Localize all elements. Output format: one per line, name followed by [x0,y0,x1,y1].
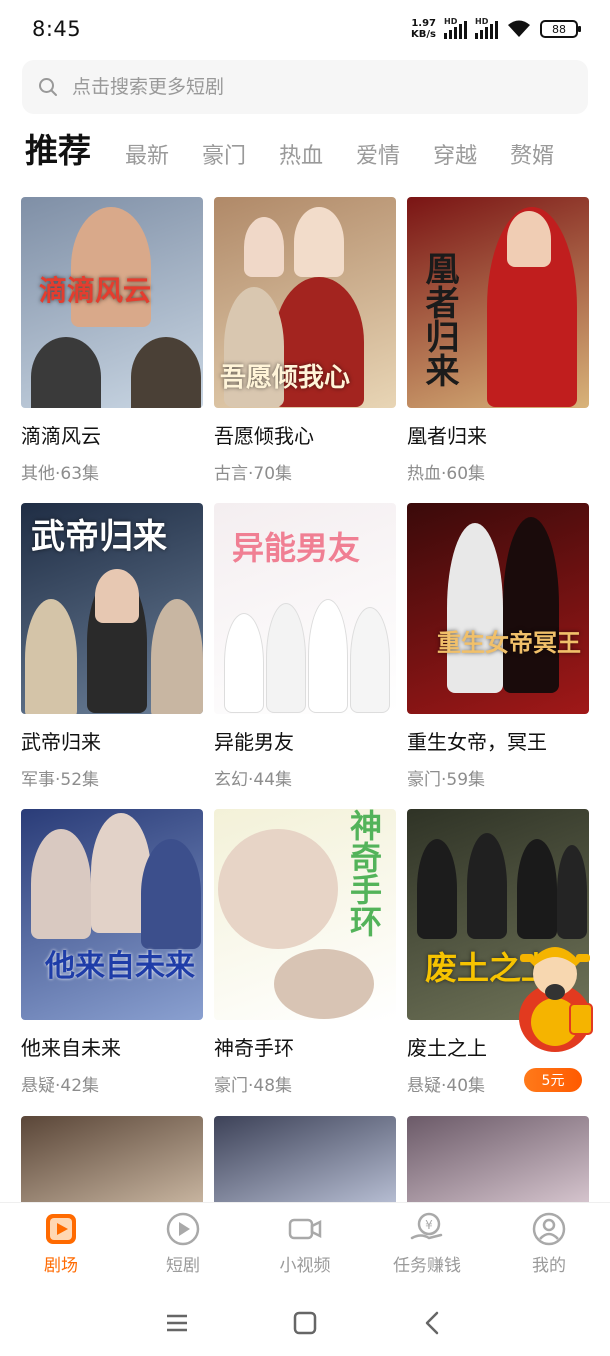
play-circle-icon [166,1212,200,1246]
network-speed: 1.97 KB/s [411,18,436,40]
drama-card[interactable]: 武帝归来 武帝归来 军事·52集 [21,503,203,793]
poster-title-text: 凰者归来 [419,251,459,387]
drama-meta: 豪门·48集 [214,1076,293,1096]
drama-poster[interactable]: 重生女帝冥王 [407,503,589,714]
drama-poster[interactable]: 异能男友 [214,503,396,714]
drama-grid: 滴滴风云 滴滴风云 其他·63集 吾愿倾我心 吾愿倾我心 古言·70集 凰者归来… [21,197,591,1099]
video-camera-icon [288,1218,322,1240]
drama-title: 吾愿倾我心 [214,424,314,448]
drama-card[interactable]: 异能男友 异能男友 玄幻·44集 [214,503,396,793]
poster-title-text: 神奇手环 [345,809,383,937]
reward-amount-badge: 5元 [524,1068,582,1092]
wifi-icon [508,20,530,37]
drama-title: 重生女帝，冥王 [407,730,547,754]
drama-card[interactable]: 神奇手环 神奇手环 豪门·48集 [214,809,396,1099]
drama-title: 凰者归来 [407,424,487,448]
system-navigation [0,1290,610,1356]
drama-meta: 热血·60集 [407,464,486,484]
drama-title: 神奇手环 [214,1036,294,1060]
nav-profile[interactable]: 我的 [494,1211,604,1276]
drama-meta: 其他·63集 [21,464,100,484]
tab-rich-family[interactable]: 豪门 [202,138,246,182]
nav-tasks-earn[interactable]: ¥ 任务赚钱 [372,1211,482,1276]
drama-card[interactable]: 重生女帝冥王 重生女帝，冥王 豪门·59集 [407,503,589,793]
drama-meta: 悬疑·42集 [21,1076,100,1096]
tab-son-in-law[interactable]: 赘婿 [510,138,554,182]
profile-icon [532,1212,566,1246]
drama-poster[interactable]: 凰者归来 [407,197,589,408]
hd-label-2: HD [475,17,489,26]
fortune-god-icon [519,947,593,1052]
back-icon[interactable] [419,1309,447,1337]
nav-short-drama[interactable]: 短剧 [128,1211,238,1276]
drama-meta: 玄幻·44集 [214,770,293,790]
nav-label: 短剧 [166,1256,200,1276]
battery-icon: 88 [540,20,581,38]
battery-level: 88 [552,22,566,36]
status-time: 8:45 [32,17,82,41]
money-task-icon: ¥ [410,1212,443,1240]
drama-title: 滴滴风云 [21,424,101,448]
signal-icon-2: HD [475,17,498,39]
svg-text:¥: ¥ [425,1218,433,1232]
search-bar[interactable] [22,60,588,114]
theater-icon [46,1214,76,1244]
drama-card[interactable]: 滴滴风云 滴滴风云 其他·63集 [21,197,203,487]
drama-poster-partial[interactable] [407,1116,589,1206]
tab-romance[interactable]: 爱情 [356,138,400,182]
nav-label: 小视频 [279,1256,331,1276]
category-tabs: 推荐 最新 豪门 热血 爱情 穿越 赘婿 [25,126,610,182]
home-icon[interactable] [291,1309,319,1337]
drama-poster-partial[interactable] [214,1116,396,1206]
poster-title-text: 重生女帝冥王 [437,629,581,657]
drama-poster[interactable]: 滴滴风云 [21,197,203,408]
bottom-navigation: 剧场 短剧 小视频 ¥ 任务赚钱 我的 [0,1202,610,1284]
poster-title-text: 吾愿倾我心 [220,363,351,393]
reward-float-button[interactable]: 5元 [508,936,600,1096]
drama-title: 武帝归来 [21,730,101,754]
network-speed-unit: KB/s [411,29,436,40]
drama-poster[interactable]: 神奇手环 [214,809,396,1020]
drama-card[interactable]: 凰者归来 凰者归来 热血·60集 [407,197,589,487]
drama-poster[interactable]: 吾愿倾我心 [214,197,396,408]
tab-action[interactable]: 热血 [279,138,323,182]
menu-icon[interactable] [163,1309,191,1337]
drama-meta: 豪门·59集 [407,770,486,790]
nav-short-video[interactable]: 小视频 [250,1211,360,1276]
poster-title-text: 他来自未来 [45,949,195,984]
drama-meta: 古言·70集 [214,464,293,484]
status-bar: 8:45 1.97 KB/s HD HD 88 [0,0,610,58]
nav-label: 剧场 [44,1256,78,1276]
search-icon [39,78,57,96]
poster-title-text: 滴滴风云 [39,274,152,307]
hd-label: HD [444,17,458,26]
drama-card[interactable]: 他来自未来 他来自未来 悬疑·42集 [21,809,203,1099]
status-icons: 1.97 KB/s HD HD 88 [411,17,581,40]
tab-latest[interactable]: 最新 [125,138,169,182]
signal-icon: HD [444,17,467,39]
tab-time-travel[interactable]: 穿越 [433,138,477,182]
drama-title: 异能男友 [214,730,294,754]
drama-poster-partial[interactable] [21,1116,203,1206]
nav-label: 我的 [532,1256,566,1276]
drama-title: 他来自未来 [21,1036,121,1060]
poster-title-text: 异能男友 [232,529,361,567]
drama-poster[interactable]: 武帝归来 [21,503,203,714]
nav-theater[interactable]: 剧场 [6,1211,116,1276]
drama-card[interactable]: 吾愿倾我心 吾愿倾我心 古言·70集 [214,197,396,487]
drama-meta: 军事·52集 [21,770,100,790]
drama-poster[interactable]: 他来自未来 [21,809,203,1020]
nav-label: 任务赚钱 [393,1256,461,1276]
drama-row-partial [21,1116,589,1206]
network-speed-value: 1.97 [411,18,436,29]
poster-title-text: 武帝归来 [31,517,167,557]
tab-recommend[interactable]: 推荐 [25,126,91,182]
search-input[interactable] [72,76,588,98]
